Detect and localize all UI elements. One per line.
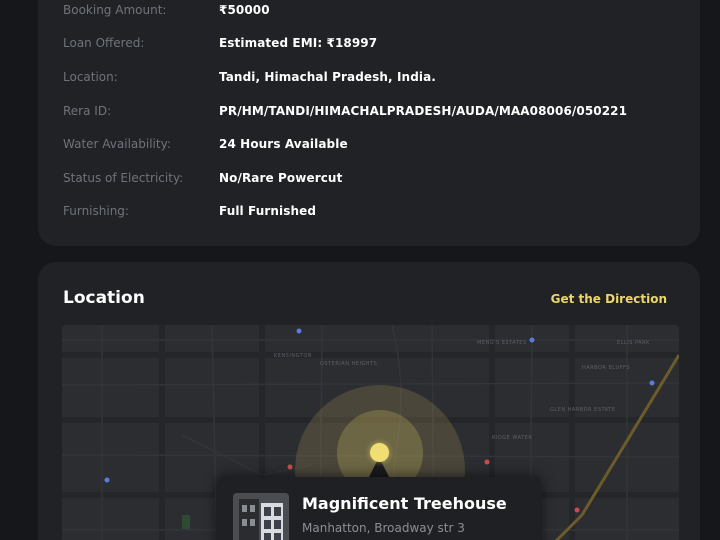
detail-row-water-availability: Water Availability: 24 Hours Available — [63, 134, 683, 154]
detail-value: No/Rare Powercut — [219, 171, 343, 185]
detail-row-furnishing: Furnishing: Full Furnished — [63, 201, 683, 221]
property-thumbnail — [233, 493, 289, 540]
map-label: RIDGE WATER — [492, 435, 533, 441]
property-address: Manhatton, Broadway str 3 — [302, 521, 465, 535]
detail-row-booking-amount: Booking Amount: ₹50000 — [63, 0, 683, 20]
get-direction-link[interactable]: Get the Direction — [551, 292, 667, 306]
location-marker-icon[interactable] — [370, 443, 389, 462]
map-label: HARBOR BLUFFS — [582, 365, 630, 371]
detail-label: Rera ID: — [63, 104, 112, 118]
detail-label: Loan Offered: — [63, 36, 145, 50]
detail-label: Furnishing: — [63, 204, 129, 218]
detail-row-location: Location: Tandi, Himachal Pradesh, India… — [63, 67, 683, 87]
detail-row-electricity: Status of Electricity: No/Rare Powercut — [63, 168, 683, 188]
detail-value: PR/HM/TANDI/HIMACHALPRADESH/AUDA/MAA0800… — [219, 104, 628, 118]
property-popup-card[interactable]: Magnificent Treehouse Manhatton, Broadwa… — [216, 477, 542, 540]
map-label: MENG'S ESTATES — [477, 340, 527, 346]
detail-value: 24 Hours Available — [219, 137, 348, 151]
map-label: KENSINGTON — [274, 353, 312, 359]
detail-value: Estimated EMI: ₹18997 — [219, 36, 378, 50]
map-label: OSTERIAN HEIGHTS — [320, 361, 378, 367]
detail-label: Location: — [63, 70, 118, 84]
detail-label: Status of Electricity: — [63, 171, 184, 185]
property-name: Magnificent Treehouse — [302, 494, 507, 513]
detail-label: Water Availability: — [63, 137, 171, 151]
map-label: ELLIS PARK — [617, 340, 650, 346]
detail-value: Full Furnished — [219, 204, 317, 218]
detail-label: Booking Amount: — [63, 3, 167, 17]
detail-value: ₹50000 — [219, 3, 270, 17]
detail-value: Tandi, Himachal Pradesh, India. — [219, 70, 436, 84]
building-image — [233, 493, 289, 540]
map-label: GLEN HARBOR ESTATE — [550, 407, 616, 413]
location-section-title: Location — [63, 288, 145, 308]
detail-row-loan-offered: Loan Offered: Estimated EMI: ₹18997 — [63, 33, 683, 53]
detail-row-rera-id: Rera ID: PR/HM/TANDI/HIMACHALPRADESH/AUD… — [63, 101, 683, 121]
property-details-card: Booking Amount: ₹50000 Loan Offered: Est… — [38, 0, 700, 246]
